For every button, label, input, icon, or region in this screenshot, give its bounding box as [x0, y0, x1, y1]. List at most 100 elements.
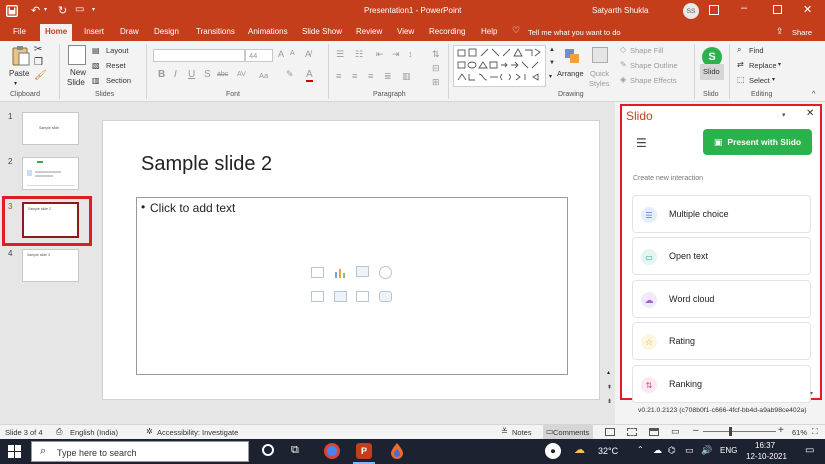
clock-date[interactable]: 12-10-2021	[746, 452, 787, 461]
tab-view[interactable]: View	[394, 25, 417, 39]
zoom-out-icon[interactable]: –	[693, 425, 699, 436]
shape-fill-icon[interactable]: ◇	[620, 45, 626, 54]
tab-transitions[interactable]: Transitions	[193, 25, 238, 39]
wifi-network-icon[interactable]: ⌬	[668, 445, 676, 456]
accessibility-status[interactable]: Accessibility: Investigate	[157, 428, 238, 437]
insert-video-icon[interactable]	[356, 291, 369, 302]
new-slide-icon[interactable]	[68, 45, 86, 65]
section-button[interactable]: Section	[106, 76, 131, 85]
share-button[interactable]: Share	[792, 28, 812, 37]
pane-scroll-down-icon[interactable]: ▾	[810, 390, 813, 397]
layout-icon[interactable]: ▤	[92, 46, 100, 55]
battery-icon[interactable]: ▭	[685, 445, 694, 456]
interaction-card-word-cloud[interactable]: ☁ Word cloud	[632, 280, 811, 318]
insert-chart-icon[interactable]	[334, 268, 346, 278]
insert-picture-icon[interactable]	[311, 291, 324, 302]
text-direction-icon[interactable]: ⇅	[432, 49, 440, 60]
cut-icon[interactable]: ✂	[34, 44, 42, 55]
notifications-icon[interactable]: ▭	[805, 445, 814, 456]
language-indicator[interactable]: English (India)	[70, 428, 118, 437]
select-dropdown-icon[interactable]: ▾	[772, 76, 775, 83]
shape-outline-icon[interactable]: ✎	[620, 60, 627, 69]
vertical-scrollbar[interactable]: ▴ ⇞ ⇟	[606, 102, 615, 424]
increase-font-icon[interactable]: A	[278, 49, 284, 59]
arrange-button[interactable]: Arrange	[557, 69, 584, 78]
collapse-ribbon-icon[interactable]: ^	[812, 91, 815, 98]
insert-3d-model-icon[interactable]	[379, 266, 392, 279]
tab-slide-show[interactable]: Slide Show	[299, 25, 345, 39]
maximize-icon[interactable]	[773, 5, 782, 14]
fit-slide-icon[interactable]: ⛶	[812, 427, 818, 437]
smartart-icon[interactable]: ⊞	[432, 77, 440, 88]
find-icon[interactable]: ⌕	[737, 45, 741, 55]
shape-fill-button[interactable]: Shape Fill	[630, 46, 663, 55]
increase-indent-icon[interactable]: ⇥	[392, 49, 400, 60]
start-slideshow-icon[interactable]: ▭	[75, 4, 84, 15]
spellcheck-icon[interactable]: ⎙	[56, 427, 62, 437]
present-with-slido-button[interactable]: ▣ Present with Slido	[703, 129, 812, 155]
task-view-icon[interactable]: ⧉	[291, 444, 299, 457]
select-button[interactable]: Select	[749, 76, 770, 85]
notes-icon[interactable]: ≚	[501, 427, 508, 436]
align-text-icon[interactable]: ⊟	[432, 63, 440, 74]
new-slide-label-2[interactable]: Slide	[67, 78, 85, 87]
bullets-icon[interactable]: ☰	[336, 49, 344, 60]
line-spacing-icon[interactable]: ↕	[408, 49, 413, 59]
underline-button[interactable]: U	[188, 69, 195, 80]
comments-button[interactable]: Comments	[553, 428, 589, 437]
slide-thumbnail-4[interactable]: Sample slide 3	[22, 249, 79, 282]
paste-button[interactable]: Paste	[9, 69, 29, 78]
insert-stock-images-icon[interactable]	[334, 291, 347, 302]
customize-toolbar-icon[interactable]: ▾	[92, 6, 95, 13]
paste-dropdown-icon[interactable]: ▾	[14, 80, 17, 87]
font-name-field[interactable]	[153, 49, 245, 62]
pane-close-icon[interactable]: ✕	[806, 108, 814, 119]
paste-icon[interactable]	[11, 45, 31, 67]
insert-table-icon[interactable]	[311, 267, 324, 278]
numbering-icon[interactable]: ☷	[355, 49, 363, 60]
shadow-button[interactable]: abc	[217, 71, 228, 78]
italic-button[interactable]: I	[174, 69, 177, 80]
clock-time[interactable]: 16:37	[755, 441, 775, 450]
replace-button[interactable]: Replace	[749, 61, 777, 70]
onedrive-icon[interactable]: ☁	[653, 445, 662, 456]
slide-canvas[interactable]: Sample slide 2 • Click to add text	[102, 120, 600, 400]
avatar[interactable]: SS	[683, 3, 699, 19]
replace-dropdown-icon[interactable]: ▾	[778, 61, 781, 68]
strikethrough-button[interactable]: S	[204, 69, 211, 80]
gallery-down-icon[interactable]: ▼	[549, 60, 555, 66]
redo-icon[interactable]: ↻	[58, 4, 67, 17]
insert-icons-icon[interactable]	[379, 291, 392, 302]
tab-file[interactable]: File	[10, 25, 29, 39]
tab-home[interactable]: Home	[40, 24, 73, 41]
shapes-gallery[interactable]	[453, 45, 546, 87]
reset-button[interactable]: Reset	[106, 61, 126, 70]
shape-effects-icon[interactable]: ◈	[620, 75, 626, 84]
windows-start-icon[interactable]	[8, 445, 21, 458]
taskbar-search-box[interactable]: ⌕ Type here to search	[31, 441, 249, 462]
arrange-icon[interactable]	[563, 47, 581, 65]
content-placeholder[interactable]: • Click to add text	[136, 197, 568, 375]
format-painter-icon[interactable]: 🖌	[34, 70, 47, 81]
align-left-icon[interactable]: ≡	[336, 71, 341, 81]
quick-styles-icon[interactable]	[592, 47, 608, 63]
replace-icon[interactable]: ⇄	[737, 60, 744, 69]
drop-app-icon[interactable]	[390, 443, 404, 459]
undo-icon[interactable]: ↶	[31, 4, 40, 17]
highlight-icon[interactable]: ✎	[286, 69, 294, 80]
zoom-in-icon[interactable]: +	[778, 425, 784, 436]
slideshow-view-icon[interactable]: ▭	[671, 426, 680, 437]
zoom-slider-thumb[interactable]	[729, 427, 732, 436]
align-right-icon[interactable]: ≡	[368, 71, 373, 81]
normal-view-icon[interactable]	[605, 428, 615, 436]
tab-recording[interactable]: Recording	[426, 25, 468, 39]
zoom-level[interactable]: 61%	[792, 428, 807, 437]
change-case-button[interactable]: Aa	[259, 71, 268, 80]
volume-icon[interactable]: 🔊	[701, 445, 712, 456]
slido-button[interactable]: Slido	[703, 67, 720, 76]
share-icon[interactable]: ⇪	[776, 26, 784, 37]
copy-icon[interactable]: ❐	[34, 57, 43, 68]
slide-thumbnail-3[interactable]: Sample slide 2	[22, 202, 79, 238]
weather-temperature[interactable]: 32°C	[598, 446, 618, 456]
interaction-card-ranking[interactable]: ⇅ Ranking	[632, 365, 811, 403]
